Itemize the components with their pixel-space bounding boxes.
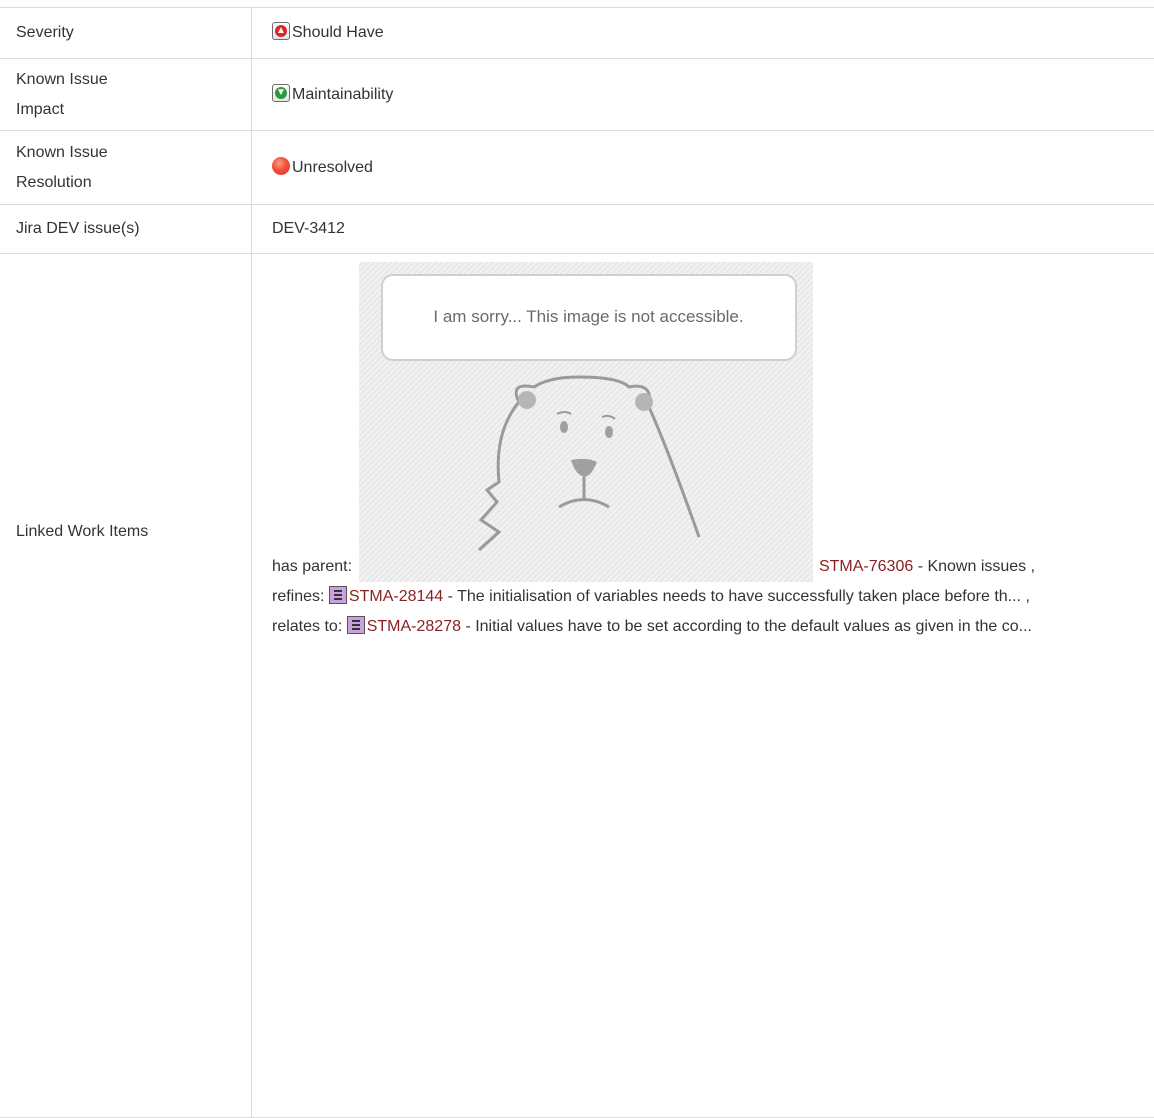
link-refines: refines: STMA-28144 - The initialisation… xyxy=(272,582,1126,612)
link-has-parent: has parent: I am sorry... This image is … xyxy=(272,262,1126,582)
row-linked-work-items: Linked Work Items has parent: I am sorry… xyxy=(0,254,1154,1118)
work-item-properties: Severity ▲Should Have Known Issue Impact… xyxy=(0,7,1154,908)
link-stma-28278[interactable]: STMA-28278 xyxy=(367,618,461,635)
row-jira-dev-issues: Jira DEV issue(s) DEV-3412 xyxy=(0,205,1154,254)
speech-bubble: I am sorry... This image is not accessib… xyxy=(381,274,797,361)
severity-label: Severity xyxy=(0,8,252,59)
row-known-issue-impact: Known Issue Impact ▼Maintainability xyxy=(0,59,1154,131)
work-item-icon xyxy=(329,586,347,604)
arrow-up-red-icon: ▲ xyxy=(272,22,290,40)
red-dot-icon xyxy=(272,157,290,175)
image-placeholder: I am sorry... This image is not accessib… xyxy=(359,262,813,582)
severity-value: ▲Should Have xyxy=(252,8,1154,59)
jira-label: Jira DEV issue(s) xyxy=(0,205,252,254)
row-known-issue-resolution: Known Issue Resolution Unresolved xyxy=(0,131,1154,205)
resolution-label: Known Issue Resolution xyxy=(0,131,252,205)
arrow-down-green-icon: ▼ xyxy=(272,84,290,102)
linked-value: has parent: I am sorry... This image is … xyxy=(252,254,1154,1118)
row-severity: Severity ▲Should Have xyxy=(0,8,1154,59)
polar-bear-icon xyxy=(459,362,719,562)
impact-text: Maintainability xyxy=(292,86,393,103)
resolution-value: Unresolved xyxy=(252,131,1154,205)
linked-label: Linked Work Items xyxy=(0,254,252,1118)
impact-value: ▼Maintainability xyxy=(252,59,1154,131)
jira-value: DEV-3412 xyxy=(252,205,1154,254)
work-item-icon xyxy=(347,616,365,634)
severity-text: Should Have xyxy=(292,24,384,41)
properties-table: Severity ▲Should Have Known Issue Impact… xyxy=(0,8,1154,1118)
link-relates-to: relates to: STMA-28278 - Initial values … xyxy=(272,612,1126,642)
impact-label: Known Issue Impact xyxy=(0,59,252,131)
link-stma-76306[interactable]: STMA-76306 xyxy=(819,558,913,575)
resolution-text: Unresolved xyxy=(292,159,373,176)
link-stma-28144[interactable]: STMA-28144 xyxy=(349,588,443,605)
